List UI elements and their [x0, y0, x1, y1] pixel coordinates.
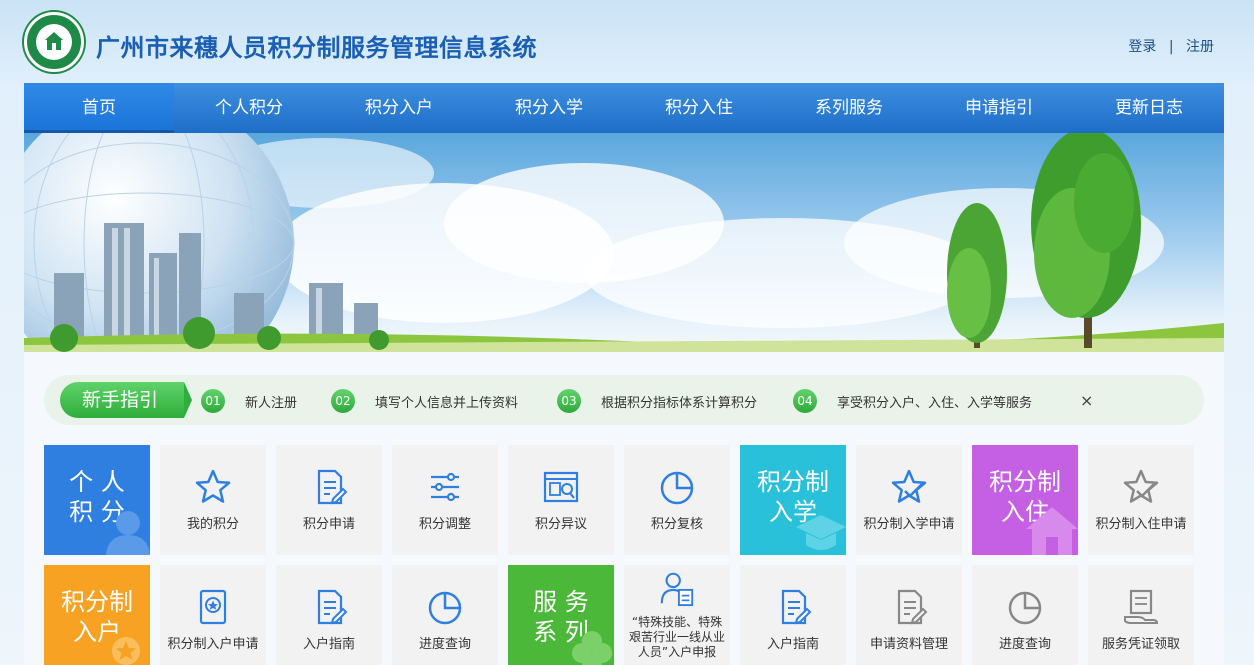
step-number: 04: [793, 389, 817, 413]
step-text: 享受积分入户、入住、入学等服务: [837, 395, 1033, 411]
tile-service-household-guide[interactable]: 入户指南: [740, 565, 846, 665]
site-title: 广州市来穗人员积分制服务管理信息系统: [96, 34, 537, 62]
tile-service-voucher[interactable]: 服务凭证领取: [1088, 565, 1194, 665]
tile-housing-application[interactable]: 积分制入住申请: [1088, 445, 1194, 555]
nav-item-home[interactable]: 首页: [24, 83, 174, 133]
star-icon: [195, 469, 231, 503]
graduation-cap-watermark-icon: [796, 515, 846, 550]
tile-label: 积分异议: [534, 517, 587, 532]
form-edit-icon: [317, 469, 348, 505]
tile-label: 入户指南: [766, 637, 819, 652]
guide-step-1: 01 新人注册: [201, 389, 297, 413]
category-personal-points[interactable]: 个 人积 分: [44, 445, 150, 555]
hand-document-icon: [1124, 589, 1159, 624]
tile-points-review[interactable]: 积分复核: [624, 445, 730, 555]
nav-item-guide[interactable]: 申请指引: [924, 83, 1074, 133]
form-edit-icon: [897, 589, 928, 625]
tile-label: 申请资料管理: [869, 637, 948, 652]
step-text: 根据积分指标体系计算积分: [601, 395, 758, 411]
badge-star-icon: [199, 589, 227, 625]
hero-banner: [24, 133, 1224, 352]
step-number: 02: [331, 389, 355, 413]
star-check-icon: [1123, 469, 1159, 503]
tile-progress-query[interactable]: 进度查询: [392, 565, 498, 665]
nav-item-points-household[interactable]: 积分入户: [324, 83, 474, 133]
document-search-icon: [543, 471, 579, 503]
tile-label: 我的积分: [186, 517, 239, 532]
nav-item-points-school[interactable]: 积分入学: [474, 83, 624, 133]
sliders-icon: [431, 472, 459, 502]
tile-label: 积分制入户申请: [167, 637, 259, 652]
guide-step-2: 02 填写个人信息并上传资料: [331, 389, 518, 413]
main-nav: 首页 个人积分 积分入户 积分入学 积分入住 系列服务 申请指引 更新日志: [24, 83, 1224, 133]
guide-tag: 新手指引: [60, 382, 192, 418]
tile-points-application[interactable]: 积分申请: [276, 445, 382, 555]
register-link[interactable]: 注册: [1186, 39, 1214, 55]
tile-label: 积分制入住申请: [1095, 517, 1187, 532]
pie-chart-icon: [428, 591, 462, 625]
house-icon: [45, 32, 63, 50]
tile-my-points[interactable]: 我的积分: [160, 445, 266, 555]
step-text: 填写个人信息并上传资料: [375, 395, 519, 411]
tile-label: 积分制入学申请: [863, 517, 955, 532]
pie-chart-icon: [660, 471, 694, 505]
tile-household-guide[interactable]: 入户指南: [276, 565, 382, 665]
trees-graphic: [947, 133, 1141, 348]
nav-item-services[interactable]: 系列服务: [774, 83, 924, 133]
step-text: 新人注册: [245, 395, 298, 411]
banner-illustration: [24, 133, 1224, 352]
user-document-icon: [660, 572, 694, 607]
pie-chart-icon: [1008, 591, 1042, 625]
house-watermark-icon: [1026, 507, 1078, 555]
tile-label: 积分申请: [302, 517, 355, 532]
header: 广州市来穗人员积分制服务管理信息系统 登录 | 注册: [0, 0, 1254, 82]
step-number: 01: [201, 389, 225, 413]
tile-label: 服务凭证领取: [1101, 637, 1180, 652]
auth-links: 登录 | 注册: [1128, 36, 1214, 56]
tile-special-skills-application[interactable]: “特殊技能、特殊艰苦行业一线从业人员”入户申报: [624, 565, 730, 665]
tile-label: 入户指南: [302, 637, 355, 652]
guide-step-3: 03 根据积分指标体系计算积分: [557, 389, 757, 413]
tile-label: 进度查询: [998, 637, 1051, 652]
tile-points-adjustment[interactable]: 积分调整: [392, 445, 498, 555]
guide-step-4: 04 享受积分入户、入住、入学等服务: [793, 389, 1032, 413]
tile-service-progress-query[interactable]: 进度查询: [972, 565, 1078, 665]
person-watermark-icon: [106, 511, 150, 555]
nav-item-changelog[interactable]: 更新日志: [1074, 83, 1224, 133]
tile-household-application[interactable]: 积分制入户申请: [160, 565, 266, 665]
category-points-school[interactable]: 积分制 入学: [740, 445, 846, 555]
nav-item-personal-points[interactable]: 个人积分: [174, 83, 324, 133]
form-edit-icon: [781, 589, 812, 625]
tile-points-objection[interactable]: 积分异议: [508, 445, 614, 555]
clover-watermark-icon: [572, 631, 612, 665]
category-points-household[interactable]: 积分制 入户: [44, 565, 150, 665]
star-badge-watermark-icon: [112, 637, 140, 665]
tile-label: 积分复核: [650, 517, 703, 532]
form-edit-icon: [317, 589, 348, 625]
tile-application-materials[interactable]: 申请资料管理: [856, 565, 962, 665]
close-icon[interactable]: ×: [1080, 391, 1093, 410]
category-services[interactable]: 服 务系 列: [508, 565, 614, 665]
step-number: 03: [557, 389, 581, 413]
tile-label: 积分调整: [418, 517, 471, 532]
auth-separator: |: [1168, 39, 1174, 55]
tile-label: 进度查询: [418, 637, 471, 652]
tile-label: “特殊技能、特殊艰苦行业一线从业人员”入户申报: [628, 615, 725, 659]
nav-item-points-housing[interactable]: 积分入住: [624, 83, 774, 133]
tile-school-application[interactable]: 积分制入学申请: [856, 445, 962, 555]
star-check-icon: [891, 469, 927, 503]
login-link[interactable]: 登录: [1128, 39, 1156, 55]
site-logo[interactable]: [24, 12, 84, 72]
category-points-housing[interactable]: 积分制 入住: [972, 445, 1078, 555]
